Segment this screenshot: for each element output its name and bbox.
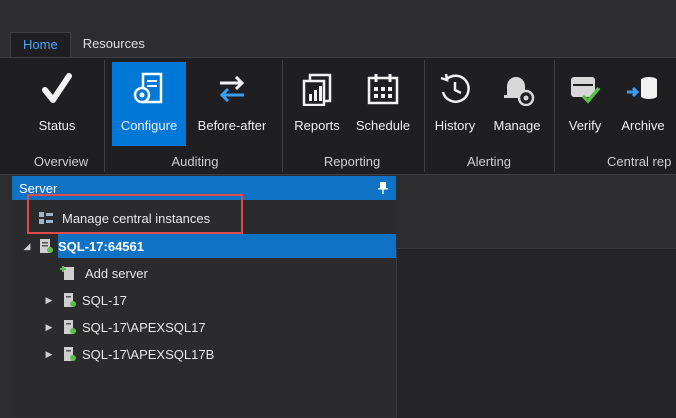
tree-item-sql-17-apexsql17[interactable]: ▶ SQL-17\APEXSQL17 <box>44 314 206 340</box>
archive-label: Archive <box>621 118 665 133</box>
tree-item-label: SQL-17\APEXSQL17 <box>82 319 206 335</box>
tree-item-server-root[interactable]: ◢ SQL-17:64561 <box>22 233 144 259</box>
content-pane <box>396 176 676 418</box>
tree-item-add-server[interactable]: Add server <box>60 260 148 286</box>
tab-resources[interactable]: Resources <box>71 32 157 58</box>
group-label-reporting: Reporting <box>323 154 381 169</box>
manage-button[interactable]: Manage <box>489 62 545 146</box>
status-label: Status <box>38 118 76 133</box>
group-label-central-rep: Central rep <box>607 154 672 169</box>
tree-item-label: SQL-17:64561 <box>58 238 144 254</box>
instance-icon <box>63 346 77 362</box>
group-label-auditing: Auditing <box>171 154 219 169</box>
before-after-button[interactable]: Before-after <box>190 62 274 146</box>
server-icon <box>38 238 54 254</box>
manage-label: Manage <box>493 118 541 133</box>
history-clock-icon <box>431 66 479 112</box>
ribbon: Status Configure Before-after Reports Sc… <box>0 57 676 175</box>
collapse-arrow-icon[interactable]: ◢ <box>22 241 32 251</box>
highlight-annotation-box <box>27 194 243 234</box>
schedule-label: Schedule <box>355 118 411 133</box>
server-check-icon <box>561 66 609 112</box>
ribbon-tabs: Home Resources <box>10 32 157 58</box>
expand-arrow-icon[interactable]: ▶ <box>44 322 54 332</box>
configure-button[interactable]: Configure <box>112 62 186 146</box>
configure-label: Configure <box>120 118 178 133</box>
content-area <box>396 248 676 418</box>
reports-label: Reports <box>294 118 340 133</box>
group-separator <box>104 60 105 172</box>
swap-arrows-icon <box>208 66 256 112</box>
tree-item-label: SQL-17\APEXSQL17B <box>82 346 215 362</box>
group-label-overview: Overview <box>33 154 89 169</box>
tab-home[interactable]: Home <box>10 32 71 58</box>
reports-button[interactable]: Reports <box>289 62 345 146</box>
pin-icon[interactable] <box>378 181 388 194</box>
instance-icon <box>63 319 77 335</box>
history-label: History <box>434 118 476 133</box>
tree-item-label: SQL-17 <box>82 292 127 308</box>
history-button[interactable]: History <box>430 62 480 146</box>
tree-item-sql-17[interactable]: ▶ SQL-17 <box>44 287 127 313</box>
group-separator <box>554 60 555 172</box>
calendar-icon <box>359 66 407 112</box>
expand-arrow-icon[interactable]: ▶ <box>44 295 54 305</box>
before-after-label: Before-after <box>197 118 267 133</box>
archive-button[interactable]: Archive <box>617 62 669 146</box>
archive-database-icon <box>619 66 667 112</box>
verify-button[interactable]: Verify <box>560 62 610 146</box>
tree-item-sql-17-apexsql17b[interactable]: ▶ SQL-17\APEXSQL17B <box>44 341 215 367</box>
expand-arrow-icon[interactable]: ▶ <box>44 349 54 359</box>
title-strip <box>0 0 676 30</box>
status-button[interactable]: Status <box>26 62 88 146</box>
checkmark-icon <box>33 66 81 112</box>
bell-gear-icon <box>493 66 541 112</box>
group-separator <box>424 60 425 172</box>
report-chart-icon <box>293 66 341 112</box>
schedule-button[interactable]: Schedule <box>352 62 414 146</box>
add-server-icon <box>60 265 76 281</box>
group-separator <box>282 60 283 172</box>
group-label-alerting: Alerting <box>466 154 512 169</box>
tree-item-label: Add server <box>85 265 148 281</box>
instance-icon <box>63 292 77 308</box>
server-gear-icon <box>125 66 173 112</box>
verify-label: Verify <box>568 118 602 133</box>
